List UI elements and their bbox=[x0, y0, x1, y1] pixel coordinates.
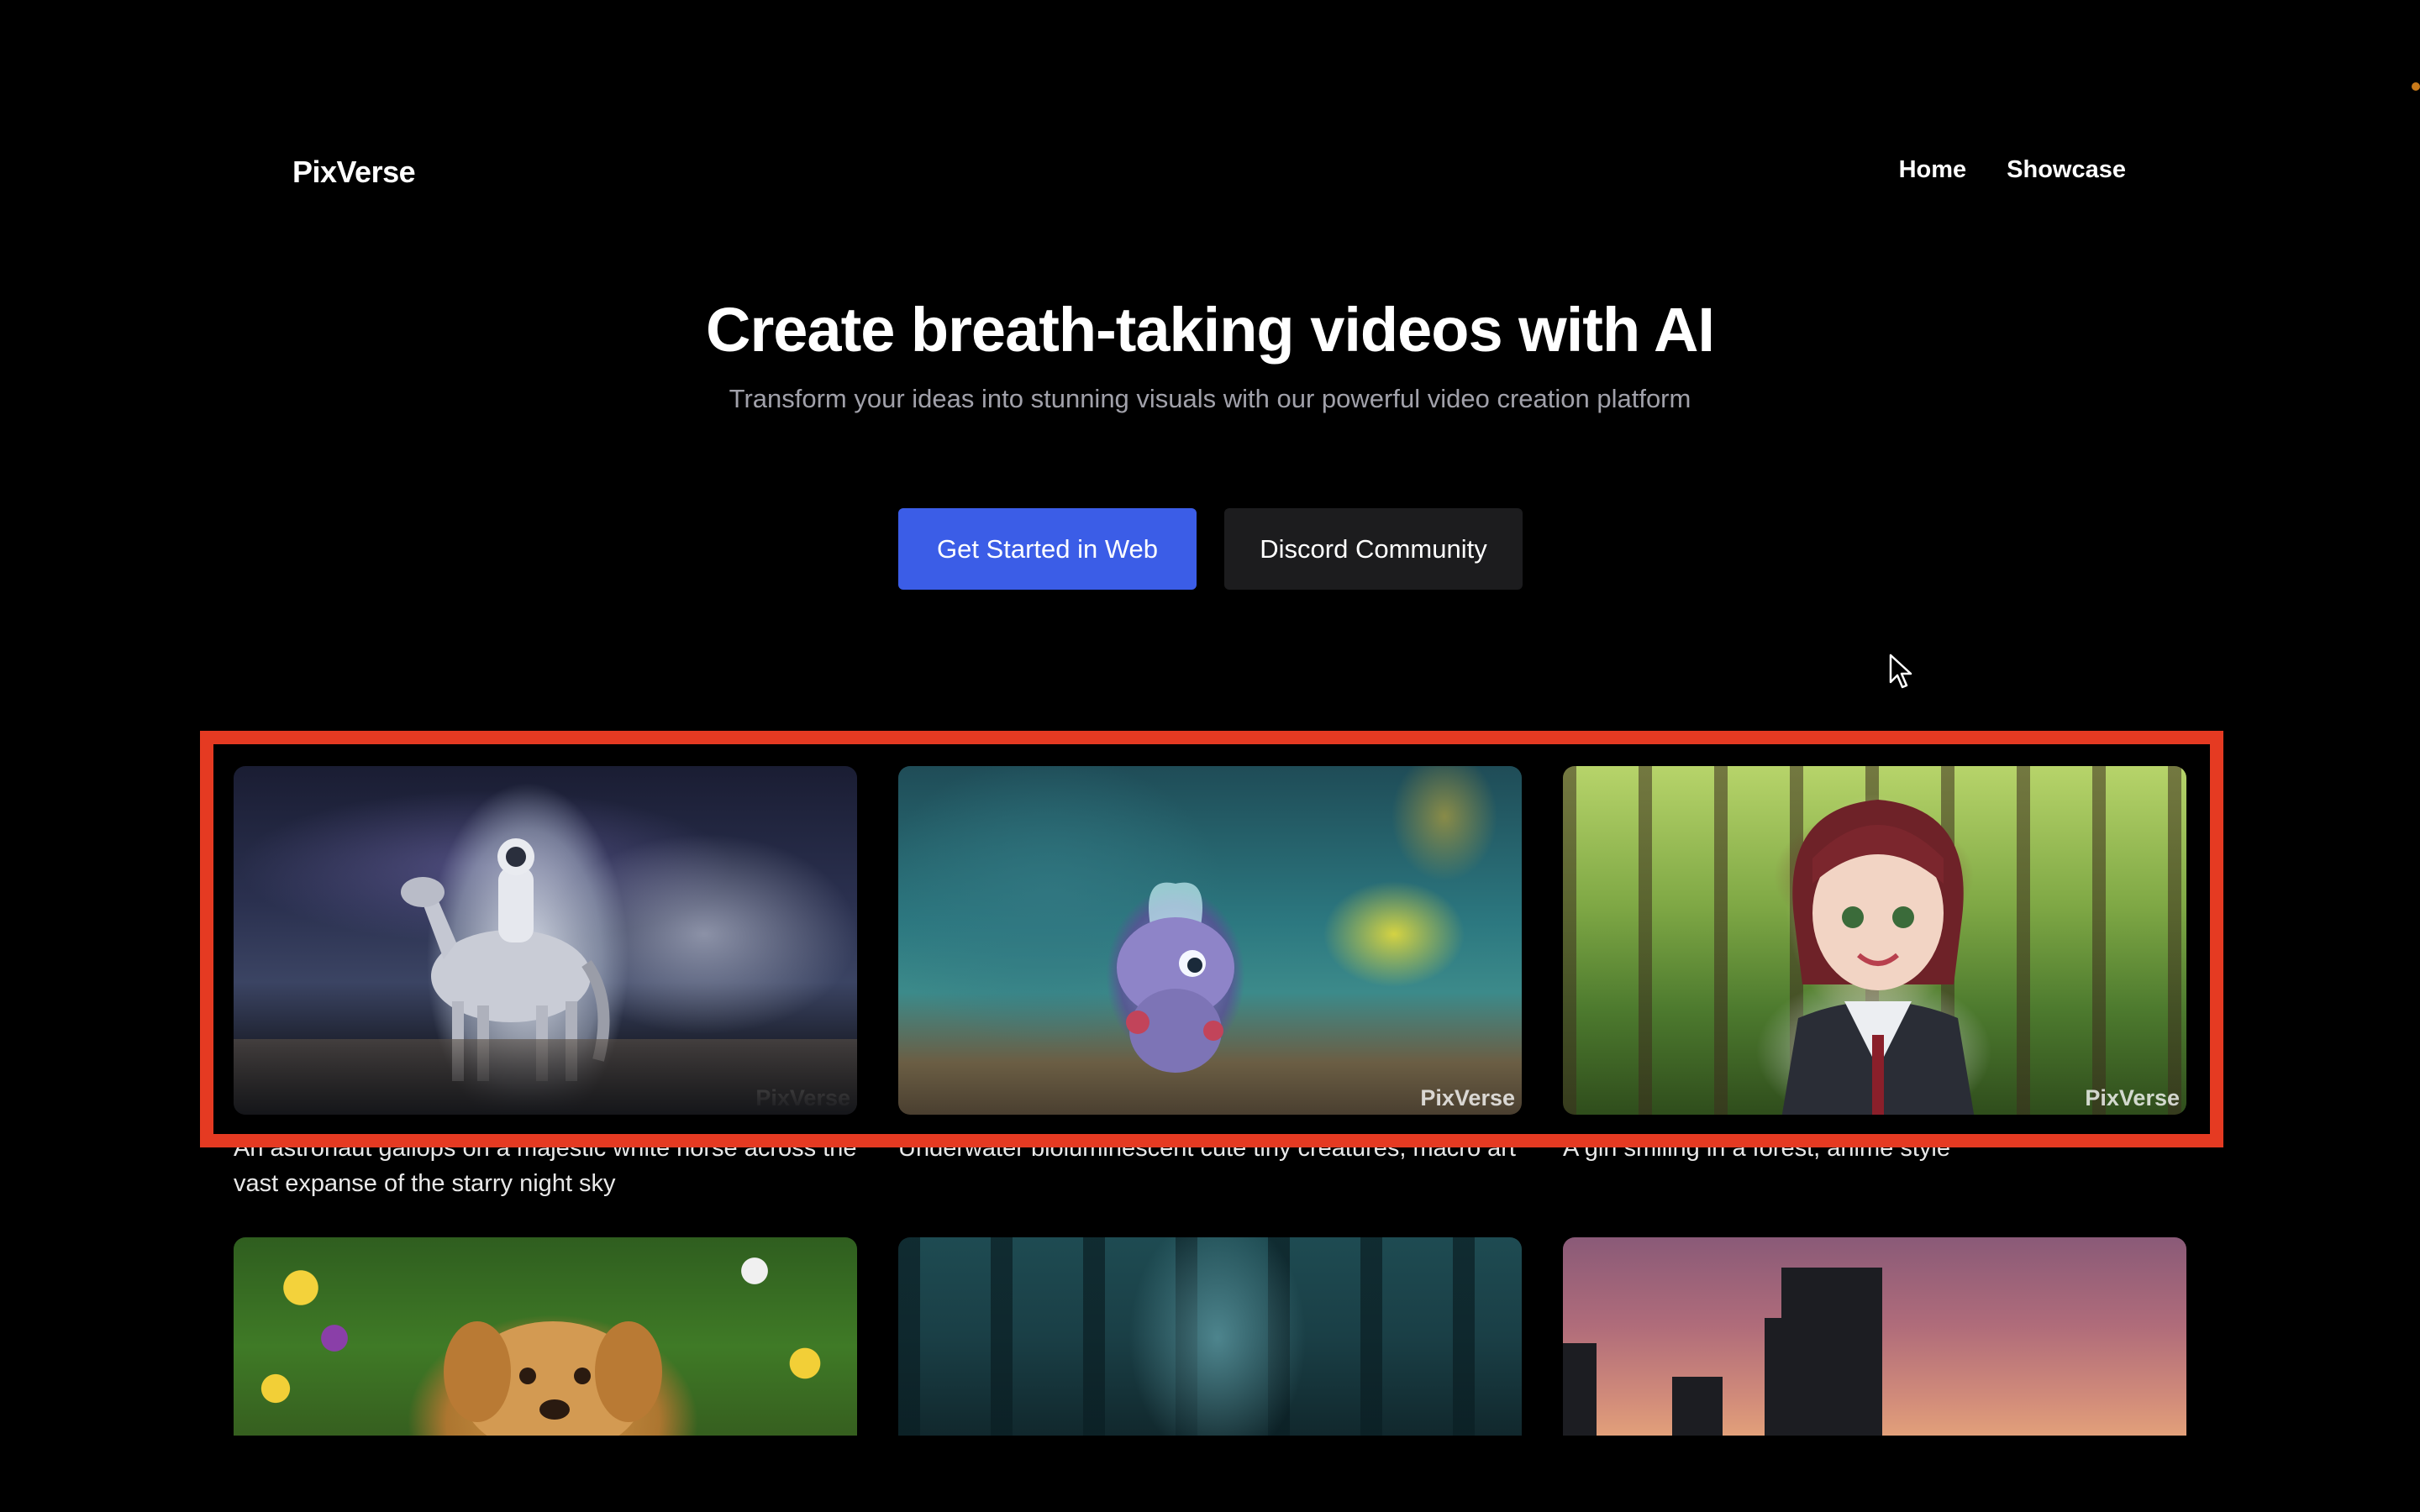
hero-subtitle: Transform your ideas into stunning visua… bbox=[729, 384, 1691, 413]
building bbox=[1563, 1343, 1597, 1436]
horse-rider-figure bbox=[401, 838, 610, 1081]
building bbox=[1765, 1318, 1807, 1436]
watermark: PixVerse bbox=[2085, 1085, 2180, 1110]
video-caption: A girl smiling in a forest, anime style bbox=[1563, 1135, 1950, 1162]
mouse-pointer-icon bbox=[1889, 654, 1912, 689]
video-thumbnail[interactable]: PixVerse bbox=[234, 766, 857, 1115]
video-card[interactable] bbox=[234, 1237, 857, 1436]
video-thumbnail[interactable]: PixVerse bbox=[1563, 766, 2186, 1115]
discord-community-button[interactable]: Discord Community bbox=[1224, 508, 1523, 590]
video-card[interactable] bbox=[898, 1237, 1522, 1436]
watermark: PixVerse bbox=[755, 1085, 850, 1110]
video-card[interactable]: PixVerse An astronaut gallops on a majes… bbox=[234, 766, 857, 1197]
creature-figure bbox=[1117, 882, 1234, 1073]
nav-showcase-link[interactable]: Showcase bbox=[2007, 156, 2126, 184]
video-thumbnail[interactable]: PixVerse bbox=[898, 766, 1522, 1115]
video-caption: An astronaut gallops on a majestic white… bbox=[234, 1135, 857, 1197]
video-thumbnail[interactable] bbox=[1563, 1237, 2186, 1436]
anime-girl-figure bbox=[1781, 800, 1975, 1115]
nav-home-link[interactable]: Home bbox=[1899, 156, 1967, 184]
logo[interactable]: PixVerse bbox=[292, 155, 416, 190]
landing-page: PixVerse Home Showcase Create breath-tak… bbox=[0, 0, 2420, 1512]
video-card[interactable]: PixVerse Underwater bioluminescent cute … bbox=[898, 766, 1522, 1162]
video-thumbnail[interactable] bbox=[234, 1237, 857, 1436]
building bbox=[1672, 1377, 1723, 1436]
watermark: PixVerse bbox=[1420, 1085, 1515, 1110]
get-started-button[interactable]: Get Started in Web bbox=[898, 508, 1197, 590]
status-dot bbox=[2412, 82, 2420, 91]
video-card[interactable] bbox=[1563, 1237, 2186, 1436]
puppy-figure bbox=[444, 1321, 662, 1436]
top-nav: Home Showcase bbox=[1899, 156, 2126, 184]
video-thumbnail[interactable] bbox=[898, 1237, 1522, 1436]
hero-title: Create breath-taking videos with AI bbox=[706, 295, 1715, 365]
video-caption: Underwater bioluminescent cute tiny crea… bbox=[898, 1135, 1516, 1162]
video-card[interactable]: PixVerse A girl smiling in a forest, ani… bbox=[1563, 766, 2186, 1162]
